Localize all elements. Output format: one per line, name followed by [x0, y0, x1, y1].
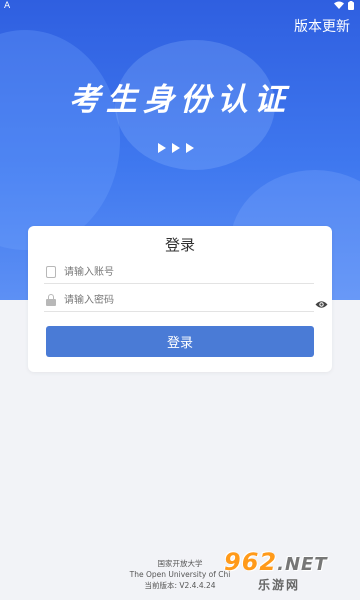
version-update-link[interactable]: 版本更新 — [294, 16, 350, 36]
play-arrow-icon — [158, 143, 166, 153]
eye-icon[interactable] — [315, 294, 328, 308]
play-arrow-icon — [186, 143, 194, 153]
status-icons — [334, 1, 354, 13]
login-card-title: 登录 — [164, 236, 195, 254]
watermark-subtext: 乐游网 — [258, 578, 301, 592]
login-button[interactable]: 登录 — [46, 326, 314, 357]
decorative-blob — [0, 30, 120, 250]
wifi-icon — [334, 1, 344, 13]
password-field — [44, 290, 328, 312]
arrow-indicators — [158, 143, 194, 153]
app-notification-icon: A — [4, 1, 11, 11]
page-title: 考生身份认证 — [69, 82, 291, 118]
watermark-logo: 962.NET 乐游网 — [224, 548, 354, 594]
battery-icon — [348, 1, 354, 13]
lock-icon — [46, 294, 56, 306]
account-field — [44, 262, 314, 284]
account-input[interactable] — [64, 263, 284, 281]
password-input[interactable] — [64, 291, 284, 309]
play-arrow-icon — [172, 143, 180, 153]
login-card: 登录 登录 — [28, 226, 332, 372]
watermark-text: 962.NET — [224, 548, 328, 576]
phone-icon — [46, 266, 56, 278]
status-bar: A — [0, 0, 360, 14]
